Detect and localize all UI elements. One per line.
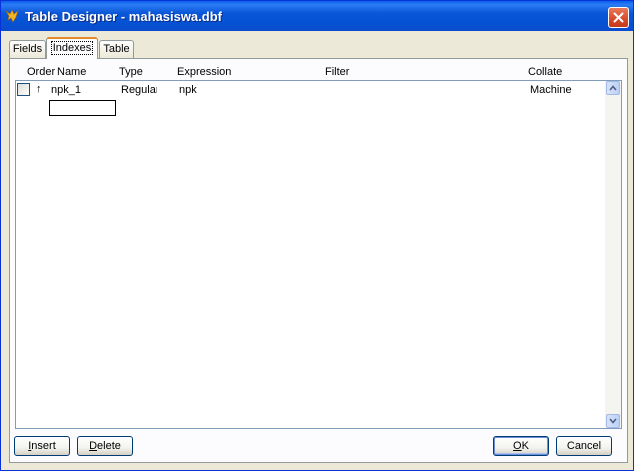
- tab-indexes-label: Indexes: [50, 41, 94, 55]
- column-header-expression: Expression: [177, 66, 232, 78]
- chevron-up-icon: [609, 85, 617, 91]
- scroll-up-button[interactable]: [606, 81, 620, 95]
- delete-button[interactable]: Delete: [77, 436, 133, 456]
- index-expression-cell[interactable]: npk: [179, 84, 319, 96]
- order-button[interactable]: [17, 83, 30, 96]
- close-icon: [613, 12, 624, 23]
- dialog-client-area: Fields Indexes Table Order Name Type Exp…: [4, 31, 631, 468]
- vertical-scrollbar[interactable]: [605, 81, 621, 428]
- foxpro-icon: [4, 8, 20, 24]
- tab-indexes[interactable]: Indexes: [46, 37, 98, 59]
- window-title: Table Designer - mahasiswa.dbf: [25, 9, 222, 24]
- table-designer-window: Table Designer - mahasiswa.dbf Fields In…: [0, 0, 634, 471]
- delete-button-label-suffix: elete: [97, 440, 121, 452]
- sort-ascending-icon: ↑: [36, 83, 42, 95]
- index-collate-cell[interactable]: Machine: [530, 84, 602, 96]
- column-header-order: Order: [27, 66, 56, 78]
- scroll-down-button[interactable]: [606, 414, 620, 428]
- column-header-type: Type: [119, 66, 143, 78]
- index-name-cell[interactable]: npk_1: [51, 84, 115, 96]
- ok-button-accelerator: O: [513, 440, 522, 452]
- tab-table-label: Table: [103, 43, 130, 55]
- close-button[interactable]: [608, 7, 629, 28]
- scrollbar-track[interactable]: [606, 96, 620, 413]
- ok-button-label-suffix: K: [521, 440, 529, 452]
- insert-button[interactable]: Insert: [14, 436, 70, 456]
- column-header-collate: Collate: [528, 66, 563, 78]
- new-index-name-input[interactable]: [49, 100, 116, 116]
- tab-fields-label: Fields: [12, 43, 43, 55]
- tab-table[interactable]: Table: [99, 40, 134, 58]
- title-bar[interactable]: Table Designer - mahasiswa.dbf: [1, 1, 633, 31]
- index-type-cell[interactable]: Regular: [121, 84, 157, 96]
- column-header-name: Name: [57, 66, 87, 78]
- ok-button[interactable]: OK: [493, 436, 549, 456]
- chevron-down-icon: [609, 418, 617, 424]
- cancel-button[interactable]: Cancel: [556, 436, 612, 456]
- table-row[interactable]: ↑ npk_1 Regular npk Machine: [16, 81, 606, 99]
- indexes-tab-panel: Order Name Type Expression Filter Collat…: [9, 58, 628, 463]
- tab-fields[interactable]: Fields: [9, 40, 46, 58]
- index-list: ↑ npk_1 Regular npk Machine: [15, 80, 622, 429]
- column-header-filter: Filter: [325, 66, 350, 78]
- insert-button-label-suffix: nsert: [31, 440, 56, 452]
- delete-button-accelerator: D: [89, 440, 98, 452]
